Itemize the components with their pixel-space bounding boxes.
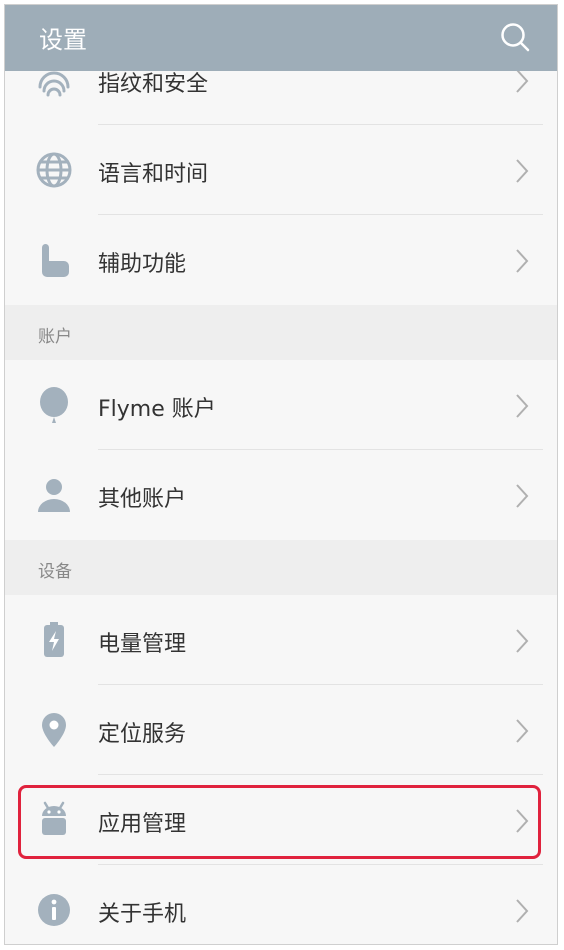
settings-item-battery-management[interactable]: 电量管理 bbox=[5, 595, 557, 685]
section-header-account: 账户 bbox=[5, 305, 557, 360]
android-icon bbox=[42, 801, 66, 835]
settings-item-flyme-account[interactable]: Flyme 账户 bbox=[5, 360, 557, 450]
settings-item-label: 其他账户 bbox=[98, 487, 187, 512]
section-header-device: 设备 bbox=[5, 540, 557, 595]
settings-item-label: 电量管理 bbox=[98, 632, 187, 657]
settings-item-label: Flyme 账户 bbox=[98, 397, 216, 422]
search-icon[interactable] bbox=[499, 21, 531, 53]
settings-item-label: 关于手机 bbox=[98, 902, 187, 927]
settings-item-label: 语言和时间 bbox=[98, 162, 209, 187]
settings-item-accessibility[interactable]: 辅助功能 bbox=[5, 215, 557, 305]
settings-item-location-services[interactable]: 定位服务 bbox=[5, 685, 557, 775]
app-bar: 设置 bbox=[5, 5, 557, 71]
chevron-right-icon bbox=[516, 159, 529, 183]
settings-item-other-accounts[interactable]: 其他账户 bbox=[5, 450, 557, 540]
chevron-right-icon bbox=[516, 484, 529, 508]
settings-item-label: 应用管理 bbox=[98, 812, 187, 837]
info-icon bbox=[38, 894, 70, 926]
chevron-right-icon bbox=[516, 629, 529, 653]
chevron-right-icon bbox=[516, 809, 529, 833]
settings-item-label: 定位服务 bbox=[98, 722, 187, 747]
settings-item-about-phone[interactable]: 关于手机 bbox=[5, 865, 557, 944]
hand-icon bbox=[42, 244, 69, 277]
settings-item-language-time[interactable]: 语言和时间 bbox=[5, 125, 557, 215]
battery-icon bbox=[44, 622, 64, 657]
settings-screen: 设置 指纹和安全 语言和时间 辅助功能 账户 Flyme 账户 其他账户 设备 … bbox=[4, 4, 558, 945]
section-title: 账户 bbox=[38, 327, 72, 347]
settings-item-label: 辅助功能 bbox=[98, 252, 187, 277]
chevron-right-icon bbox=[516, 249, 529, 273]
chevron-right-icon bbox=[516, 69, 529, 93]
chevron-right-icon bbox=[516, 394, 529, 418]
settings-list: 指纹和安全 语言和时间 辅助功能 账户 Flyme 账户 其他账户 设备 电量管… bbox=[5, 35, 557, 944]
person-icon bbox=[38, 479, 70, 512]
location-pin-icon bbox=[42, 713, 66, 747]
section-title: 设备 bbox=[38, 562, 72, 582]
chevron-right-icon bbox=[516, 719, 529, 743]
settings-item-app-management[interactable]: 应用管理 bbox=[5, 775, 557, 865]
globe-icon bbox=[36, 152, 72, 188]
page-title: 设置 bbox=[39, 26, 87, 54]
chevron-right-icon bbox=[516, 899, 529, 923]
flyme-balloon-icon bbox=[40, 387, 68, 423]
